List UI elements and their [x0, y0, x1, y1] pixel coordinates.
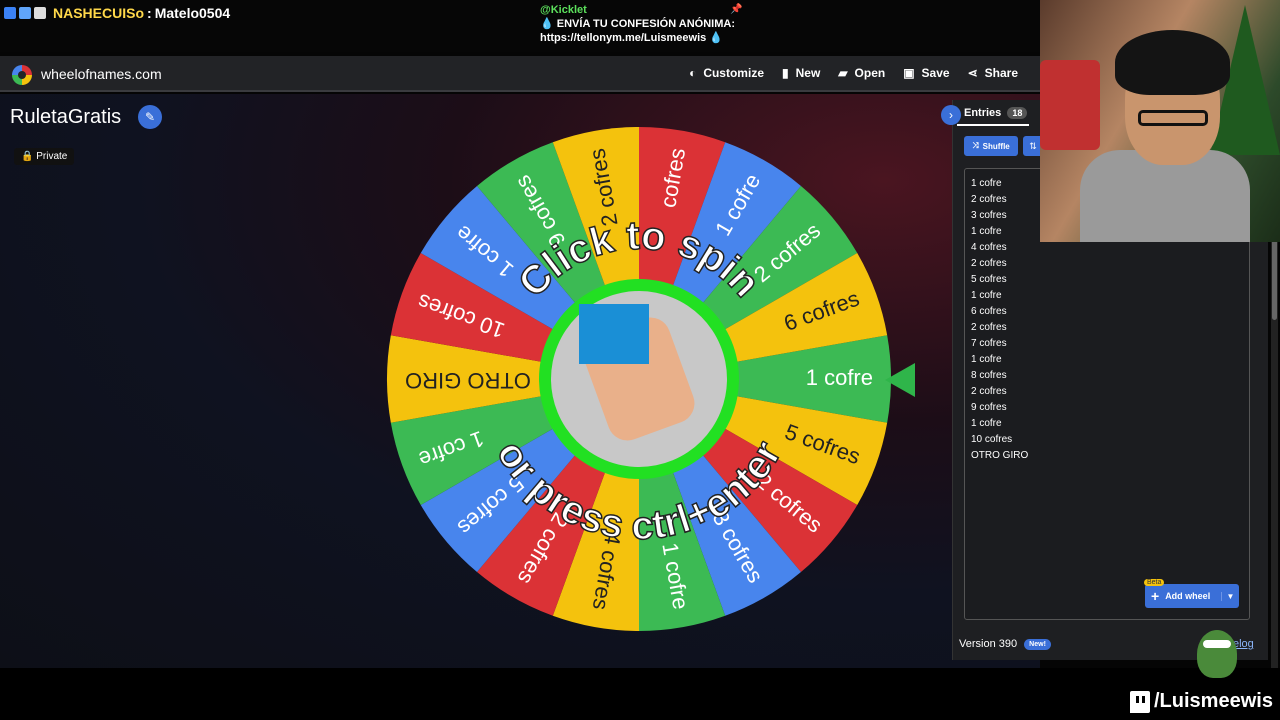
shuffle-icon: ⤨ [972, 141, 979, 150]
badge-icon [34, 7, 46, 19]
site-name[interactable]: wheelofnames.com [41, 66, 162, 82]
collapse-panel-button[interactable]: › [941, 105, 961, 125]
share-label: Share [984, 66, 1018, 80]
chat-username: NASHECUISo [53, 5, 145, 21]
version-label: Version 390 [959, 638, 1018, 650]
logo-icon[interactable] [12, 65, 32, 85]
page-title: RuletaGratis [10, 106, 122, 128]
folder-icon: ▰ [838, 66, 848, 80]
stream-overlay-top: NASHECUISo : Matelo0504 @Kicklet 💧 ENVÍA… [0, 0, 1040, 52]
avatar-hair [579, 304, 649, 364]
webcam-feed [1040, 0, 1280, 242]
entry-item: 2 cofres [971, 322, 1007, 333]
streamer-hair [1115, 30, 1230, 95]
customize-button[interactable]: ◐ Customize [689, 66, 764, 80]
chat-text: Matelo0504 [154, 5, 231, 21]
new-button[interactable]: ▮ New [782, 66, 820, 80]
confession-banner: @Kicklet 💧 ENVÍA TU CONFESIÓN ANÓNIMA: h… [540, 3, 735, 45]
shuffle-label: Shuffle [982, 141, 1010, 151]
new-label: New [795, 66, 821, 80]
pillow [1040, 60, 1100, 150]
entry-item: 2 cofres [971, 386, 1007, 397]
customize-label: Customize [703, 66, 764, 80]
top-menu: ◐ Customize ▮ New ▰ Open ▣ Save ⋖ Share [689, 66, 1018, 80]
open-label: Open [854, 66, 886, 80]
entry-item: 1 cofre [971, 354, 1002, 365]
pin-icon: 📌 [730, 4, 743, 15]
tab-entries[interactable]: Entries 18 [964, 107, 1028, 119]
confession-line1: ENVÍA TU CONFESIÓN ANÓNIMA: [556, 18, 736, 30]
tab-indicator [957, 124, 1029, 126]
site-header: wheelofnames.com ◐ Customize ▮ New ▰ Ope… [0, 56, 1040, 92]
twitch-icon [1130, 690, 1150, 713]
file-icon: ▮ [782, 66, 789, 80]
chevron-right-icon: › [949, 108, 953, 122]
spin-wheel[interactable]: 1 cofre5 cofres2 cofres3 cofres1 cofre4 … [384, 124, 894, 634]
badge-icon [4, 7, 16, 19]
pencil-icon: ✎ [144, 110, 156, 124]
entry-item: 1 cofre [971, 290, 1002, 301]
entry-item: 8 cofres [971, 370, 1007, 381]
entries-count-badge: 18 [1007, 107, 1028, 119]
entry-item: 7 cofres [971, 338, 1007, 349]
drop-icon: 💧 [709, 32, 724, 44]
edit-title-button[interactable]: ✎ [138, 105, 162, 129]
wheel-slice-label: 1 cofre [806, 365, 873, 390]
chat-separator: : [147, 5, 152, 21]
entry-item: 9 cofres [971, 402, 1007, 413]
confession-handle: @Kicklet [540, 4, 587, 16]
entry-item: 2 cofres [971, 258, 1007, 269]
channel-name: /Luismeewis [1154, 690, 1273, 712]
sort-icon: ⇅ [1029, 141, 1037, 151]
new-badge[interactable]: New! [1024, 638, 1051, 650]
drop-icon: 💧 [540, 18, 554, 30]
entry-item: 6 cofres [971, 306, 1007, 317]
palette-icon: ◐ [689, 66, 697, 80]
entry-item: 4 cofres [971, 242, 1007, 253]
pepe-emote-icon [1197, 630, 1237, 678]
add-wheel-button[interactable]: + Add wheel ▼ [1145, 584, 1239, 608]
add-wheel-label: Add wheel [1165, 591, 1211, 601]
wheel-pointer-icon [885, 363, 915, 397]
plus-icon: + [1151, 588, 1160, 604]
open-button[interactable]: ▰ Open [838, 66, 885, 80]
confession-link: https://tellonym.me/Luismeewis [540, 32, 707, 44]
chat-message: NASHECUISo : Matelo0504 [4, 5, 230, 21]
shuffle-button[interactable]: ⤨ Shuffle [964, 136, 1018, 156]
twitch-handle: /Luismeewis [1130, 690, 1273, 713]
tab-entries-label: Entries [964, 107, 1002, 119]
stream-screen: NASHECUISo : Matelo0504 @Kicklet 💧 ENVÍA… [0, 0, 1280, 720]
version-info: Version 390 New! [959, 638, 1051, 650]
share-icon: ⋖ [967, 66, 978, 80]
chevron-down-icon[interactable]: ▼ [1221, 591, 1239, 601]
entry-item: 1 cofre [971, 418, 1002, 429]
glasses [1138, 110, 1208, 126]
save-button[interactable]: ▣ Save [903, 66, 949, 80]
save-icon: ▣ [903, 66, 915, 80]
wheel-slice-label: OTRO GIRO [405, 368, 531, 393]
entry-item: 5 cofres [971, 274, 1007, 285]
stream-overlay-bottom [0, 668, 1280, 720]
save-label: Save [921, 66, 950, 80]
entry-item: OTRO GIRO [971, 450, 1029, 461]
badge-icon [19, 7, 31, 19]
entry-item: 10 cofres [971, 434, 1013, 445]
beta-badge: Beta [1144, 579, 1165, 586]
share-button[interactable]: ⋖ Share [968, 66, 1018, 80]
privacy-label: Private [36, 151, 68, 162]
privacy-badge: 🔒 Private [14, 148, 75, 165]
